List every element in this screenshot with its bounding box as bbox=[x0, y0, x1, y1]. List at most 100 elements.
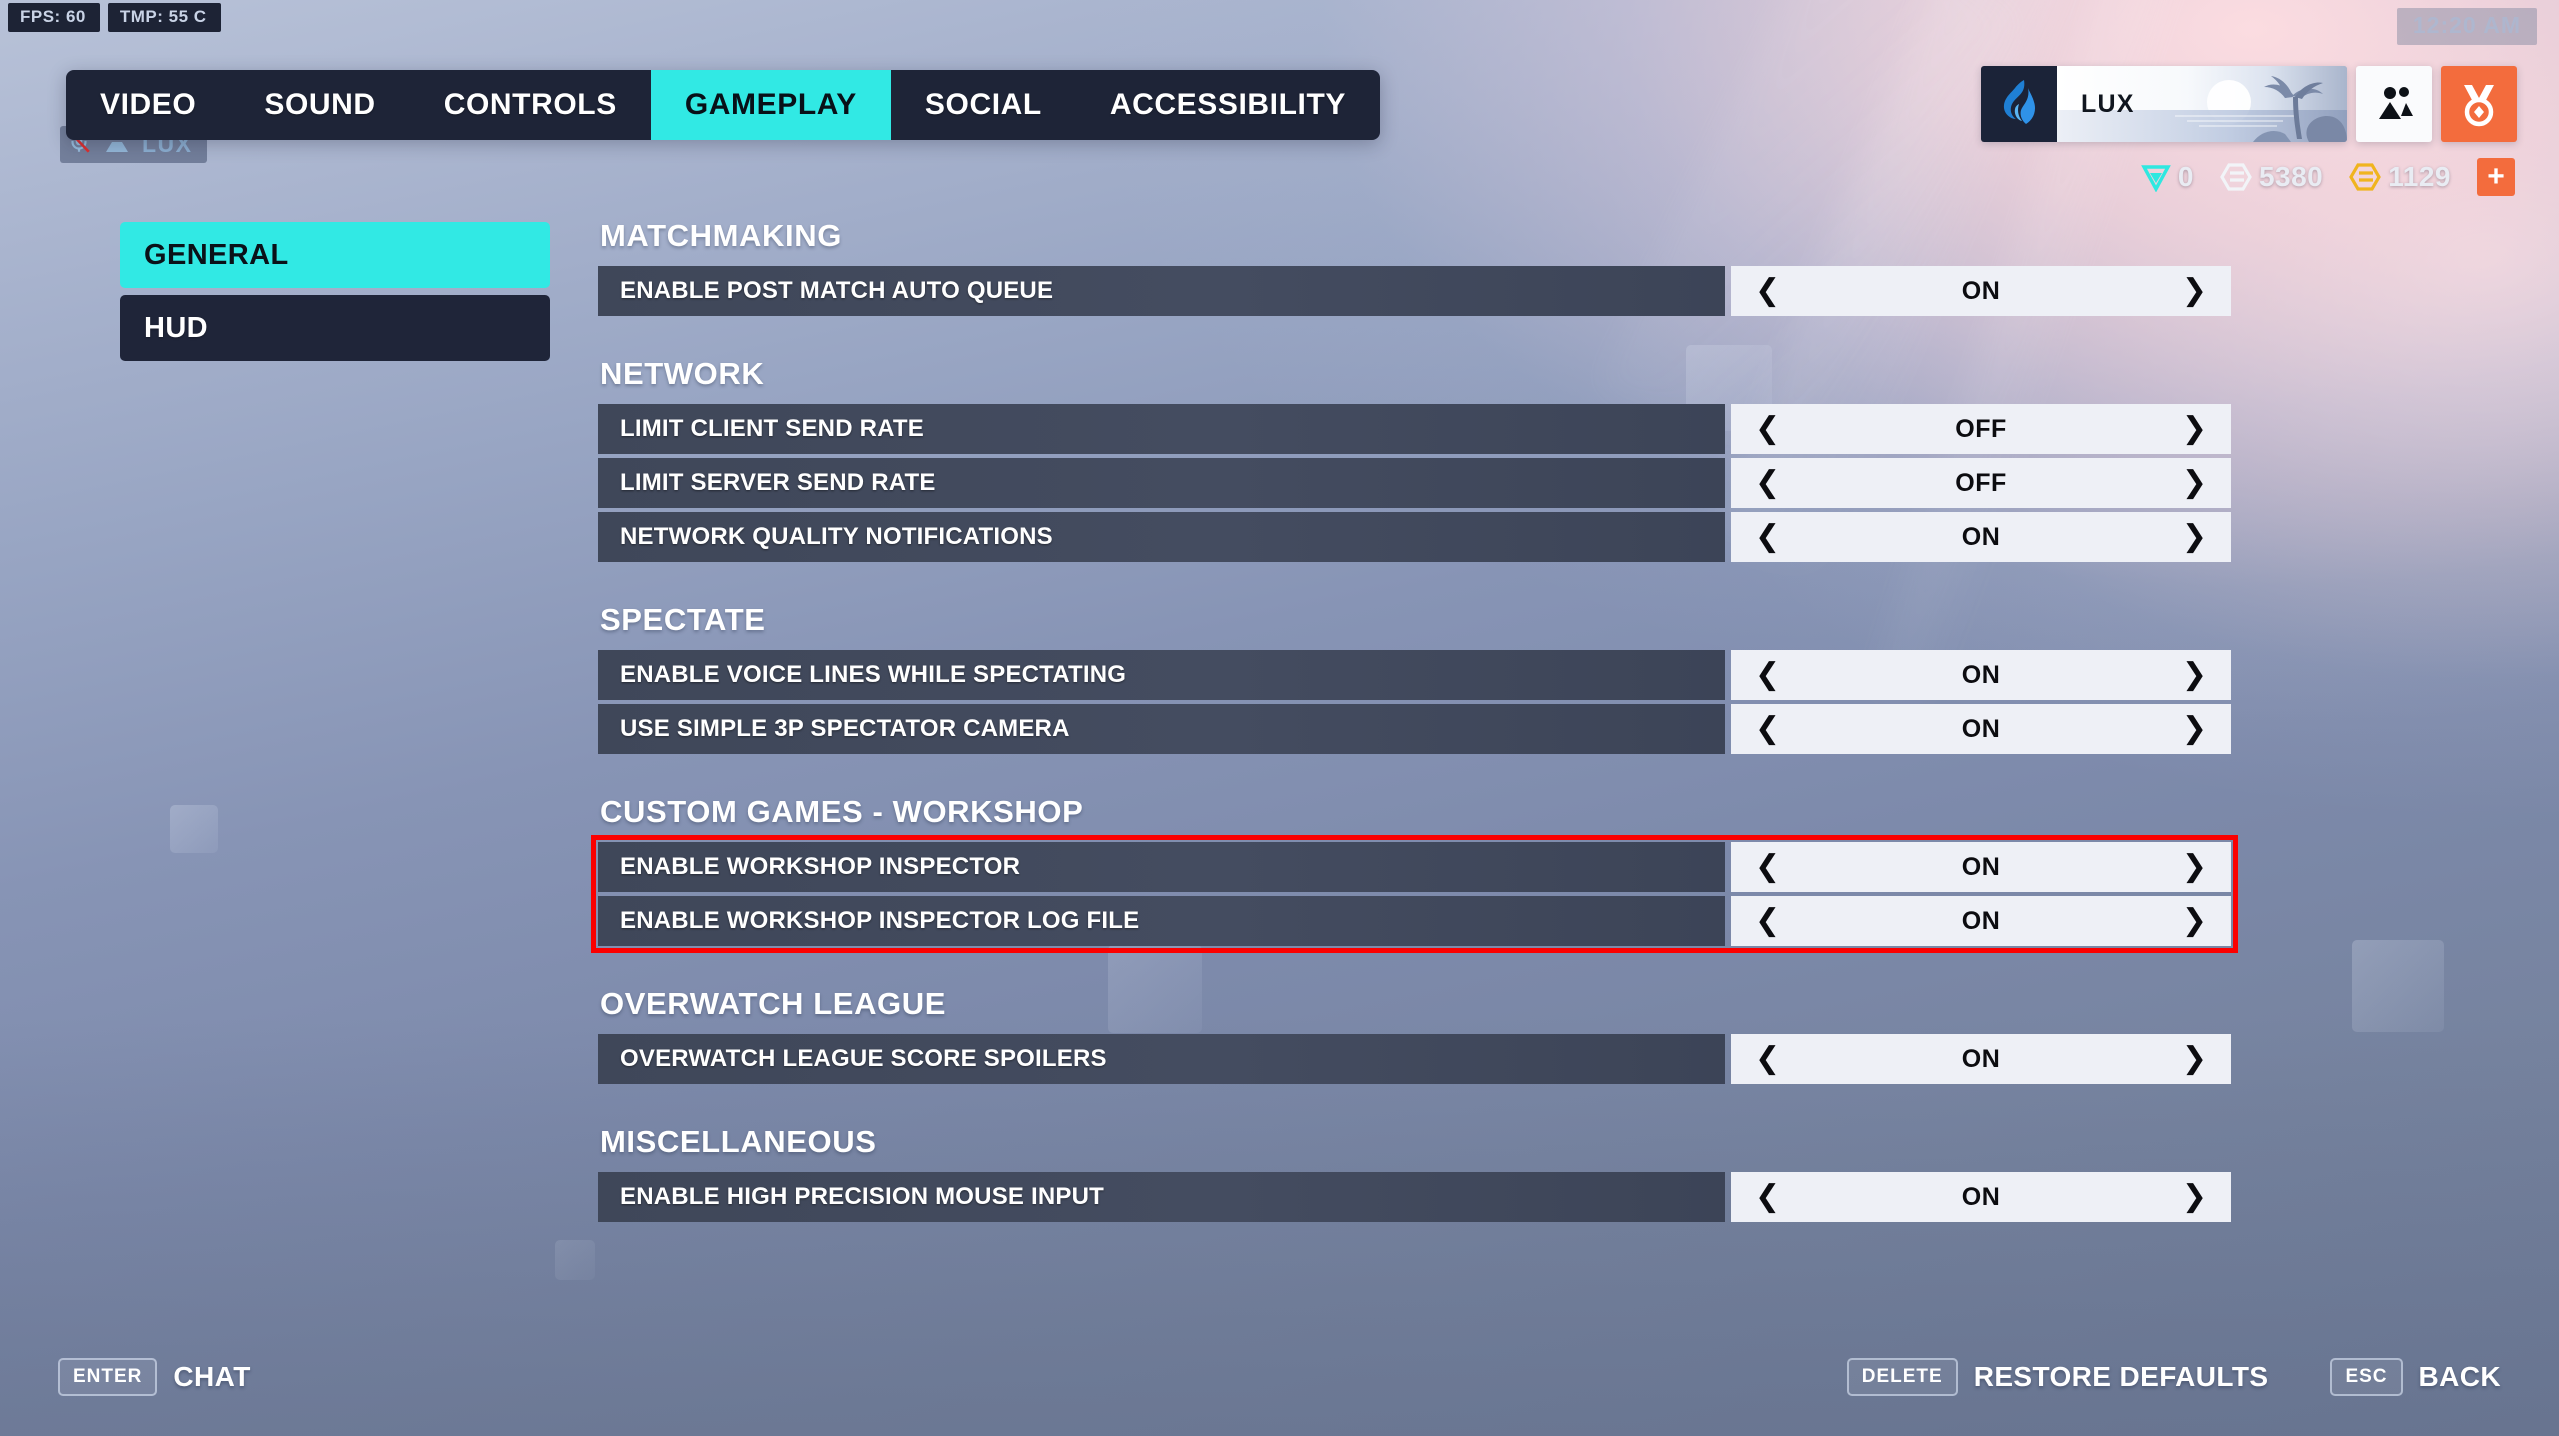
social-button[interactable] bbox=[2356, 66, 2432, 142]
setting-value-selector[interactable]: ❮ ON ❯ bbox=[1731, 704, 2231, 754]
setting-value: ON bbox=[1961, 852, 2001, 881]
setting-value-selector[interactable]: ❮ OFF ❯ bbox=[1731, 458, 2231, 508]
currency-amount: 5380 bbox=[2258, 161, 2324, 192]
setting-value: ON bbox=[1961, 522, 2001, 551]
setting-value-selector[interactable]: ❮ ON ❯ bbox=[1731, 896, 2231, 946]
chevron-right-icon[interactable]: ❯ bbox=[2182, 714, 2207, 744]
currency-legacy-credits[interactable]: 1129 bbox=[2349, 161, 2451, 193]
chevron-right-icon[interactable]: ❯ bbox=[2182, 522, 2207, 552]
game-settings-screen: FPS: 60 TMP: 55 C 12:20 AM LUX VIDEO SOU… bbox=[0, 0, 2559, 1436]
tab-social[interactable]: SOCIAL bbox=[891, 70, 1076, 140]
setting-value-selector[interactable]: ❮ ON ❯ bbox=[1731, 1172, 2231, 1222]
performance-overlay: FPS: 60 TMP: 55 C bbox=[8, 3, 221, 32]
setting-label: ENABLE WORKSHOP INSPECTOR bbox=[598, 842, 1725, 892]
keycap-delete: DELETE bbox=[1846, 1358, 1958, 1396]
chevron-left-icon[interactable]: ❮ bbox=[1755, 414, 1780, 444]
chevron-left-icon[interactable]: ❮ bbox=[1755, 906, 1780, 936]
chevron-right-icon[interactable]: ❯ bbox=[2182, 414, 2207, 444]
setting-row-network-quality-notifications[interactable]: NETWORK QUALITY NOTIFICATIONS ❮ ON ❯ bbox=[598, 512, 2231, 562]
section-title: OVERWATCH LEAGUE bbox=[600, 986, 947, 1021]
decorative-square bbox=[2352, 940, 2444, 1032]
setting-row-enable-high-precision-mouse-input[interactable]: ENABLE HIGH PRECISION MOUSE INPUT ❮ ON ❯ bbox=[598, 1172, 2231, 1222]
setting-label: ENABLE WORKSHOP INSPECTOR LOG FILE bbox=[598, 896, 1725, 946]
chevron-left-icon[interactable]: ❮ bbox=[1755, 1182, 1780, 1212]
settings-list: MATCHMAKING ENABLE POST MATCH AUTO QUEUE… bbox=[591, 218, 2238, 1222]
chevron-left-icon[interactable]: ❮ bbox=[1755, 522, 1780, 552]
fps-counter: FPS: 60 bbox=[8, 3, 100, 32]
setting-row-enable-workshop-inspector[interactable]: ENABLE WORKSHOP INSPECTOR ❮ ON ❯ bbox=[598, 842, 2231, 892]
setting-value: ON bbox=[1961, 1182, 2001, 1211]
chevron-left-icon[interactable]: ❮ bbox=[1755, 468, 1780, 498]
setting-row-limit-client-send-rate[interactable]: LIMIT CLIENT SEND RATE ❮ OFF ❯ bbox=[598, 404, 2231, 454]
hint-chat[interactable]: ENTER CHAT bbox=[58, 1358, 251, 1396]
setting-row-use-simple-3p-spectator-camera[interactable]: USE SIMPLE 3P SPECTATOR CAMERA ❮ ON ❯ bbox=[598, 704, 2231, 754]
player-panel: LUX 0 5380 1129 + bbox=[1981, 66, 2517, 196]
player-namecard-art: LUX bbox=[2057, 66, 2347, 142]
setting-label: LIMIT SERVER SEND RATE bbox=[598, 458, 1725, 508]
sidebar-item-general[interactable]: GENERAL bbox=[120, 222, 550, 288]
setting-value-selector[interactable]: ❮ ON ❯ bbox=[1731, 650, 2231, 700]
setting-row-limit-server-send-rate[interactable]: LIMIT SERVER SEND RATE ❮ OFF ❯ bbox=[598, 458, 2231, 508]
setting-value-selector[interactable]: ❮ ON ❯ bbox=[1731, 266, 2231, 316]
blue-flame-icon bbox=[2003, 80, 2036, 124]
chevron-left-icon[interactable]: ❮ bbox=[1755, 276, 1780, 306]
chevron-left-icon[interactable]: ❮ bbox=[1755, 660, 1780, 690]
hint-restore-defaults[interactable]: DELETE RESTORE DEFAULTS bbox=[1846, 1358, 2269, 1396]
chevron-left-icon[interactable]: ❮ bbox=[1755, 852, 1780, 882]
setting-label: ENABLE POST MATCH AUTO QUEUE bbox=[598, 266, 1725, 316]
chevron-right-icon[interactable]: ❯ bbox=[2182, 468, 2207, 498]
tab-accessibility[interactable]: ACCESSIBILITY bbox=[1076, 70, 1380, 140]
setting-row-overwatch-league-score-spoilers[interactable]: OVERWATCH LEAGUE SCORE SPOILERS ❮ ON ❯ bbox=[598, 1034, 2231, 1084]
setting-value: ON bbox=[1961, 906, 2001, 935]
tab-gameplay[interactable]: GAMEPLAY bbox=[650, 70, 891, 140]
decorative-square bbox=[170, 805, 218, 853]
setting-value-selector[interactable]: ❮ OFF ❯ bbox=[1731, 404, 2231, 454]
chevron-right-icon[interactable]: ❯ bbox=[2182, 1044, 2207, 1074]
setting-row-enable-voice-lines-while-spectating[interactable]: ENABLE VOICE LINES WHILE SPECTATING ❮ ON… bbox=[598, 650, 2231, 700]
section-title: SPECTATE bbox=[600, 602, 766, 637]
section-title: MATCHMAKING bbox=[600, 218, 842, 253]
chevron-right-icon[interactable]: ❯ bbox=[2182, 660, 2207, 690]
chevron-right-icon[interactable]: ❯ bbox=[2182, 276, 2207, 306]
currency-bar: 0 5380 1129 + bbox=[1981, 158, 2517, 196]
tab-controls[interactable]: CONTROLS bbox=[410, 70, 651, 140]
chevron-left-icon[interactable]: ❮ bbox=[1755, 1044, 1780, 1074]
chevron-right-icon[interactable]: ❯ bbox=[2182, 906, 2207, 936]
setting-value-selector[interactable]: ❮ ON ❯ bbox=[1731, 842, 2231, 892]
currency-overwatch-coins[interactable]: 5380 bbox=[2220, 161, 2323, 193]
chevron-right-icon[interactable]: ❯ bbox=[2182, 1182, 2207, 1212]
player-icon bbox=[1981, 66, 2057, 142]
player-namecard[interactable]: LUX bbox=[1981, 66, 2347, 142]
chevron-right-icon[interactable]: ❯ bbox=[2182, 852, 2207, 882]
section-miscellaneous: MISCELLANEOUS ENABLE HIGH PRECISION MOUS… bbox=[598, 1124, 2231, 1222]
setting-label: LIMIT CLIENT SEND RATE bbox=[598, 404, 1725, 454]
chevron-left-icon[interactable]: ❮ bbox=[1755, 714, 1780, 744]
setting-value: ON bbox=[1961, 1044, 2001, 1073]
setting-value: ON bbox=[1961, 714, 2001, 743]
section-title: NETWORK bbox=[600, 356, 765, 391]
setting-row-enable-workshop-inspector-log-file[interactable]: ENABLE WORKSHOP INSPECTOR LOG FILE ❮ ON … bbox=[598, 896, 2231, 946]
setting-value-selector[interactable]: ❮ ON ❯ bbox=[1731, 512, 2231, 562]
friends-group-icon bbox=[2379, 87, 2413, 119]
system-clock: 12:20 AM bbox=[2396, 8, 2537, 45]
setting-value-selector[interactable]: ❮ ON ❯ bbox=[1731, 1034, 2231, 1084]
tab-sound[interactable]: SOUND bbox=[230, 70, 409, 140]
tab-video[interactable]: VIDEO bbox=[66, 70, 230, 140]
section-custom-games-workshop: CUSTOM GAMES - WORKSHOP ENABLE WORKSHOP … bbox=[591, 794, 2238, 953]
setting-value: ON bbox=[1961, 276, 2001, 305]
hint-label-restore-defaults: RESTORE DEFAULTS bbox=[1973, 1361, 2269, 1392]
medal-icon bbox=[2464, 85, 2494, 127]
white-hex-coin-icon bbox=[2220, 163, 2252, 191]
hint-back[interactable]: ESC BACK bbox=[2330, 1358, 2501, 1396]
section-spectate: SPECTATE ENABLE VOICE LINES WHILE SPECTA… bbox=[598, 602, 2231, 754]
setting-row-enable-post-match-auto-queue[interactable]: ENABLE POST MATCH AUTO QUEUE ❮ ON ❯ bbox=[598, 266, 2231, 316]
hint-label-back: BACK bbox=[2418, 1361, 2501, 1392]
battlepass-button[interactable] bbox=[2441, 66, 2517, 142]
add-currency-button[interactable]: + bbox=[2477, 158, 2515, 196]
keycap-enter: ENTER bbox=[58, 1358, 158, 1396]
cyan-triangle-icon bbox=[2141, 165, 2171, 192]
section-network: NETWORK LIMIT CLIENT SEND RATE ❮ OFF ❯ L… bbox=[598, 356, 2231, 562]
currency-competitive-points[interactable]: 0 bbox=[2141, 161, 2194, 193]
setting-value: ON bbox=[1961, 660, 2001, 689]
sidebar-item-hud[interactable]: HUD bbox=[120, 295, 550, 361]
